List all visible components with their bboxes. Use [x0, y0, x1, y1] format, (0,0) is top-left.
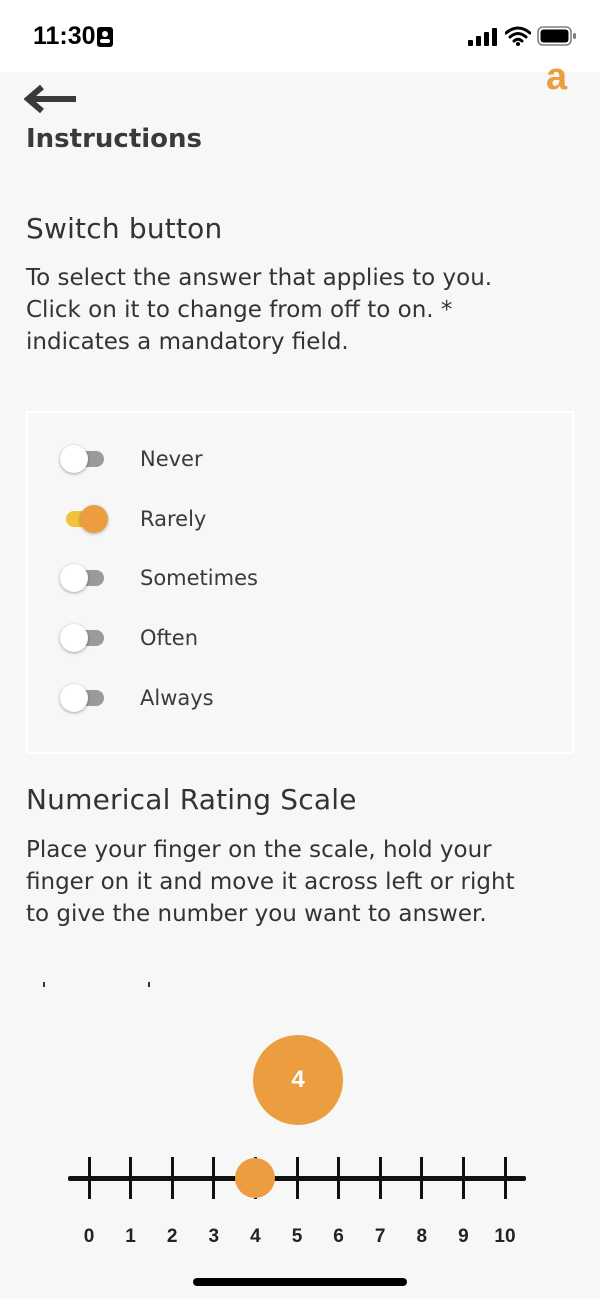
scale-tick	[170, 1157, 174, 1199]
scale-tick	[87, 1157, 91, 1199]
switch-section-title: Switch button	[26, 212, 223, 245]
rating-section-description: Place your finger on the scale, hold you…	[26, 834, 576, 930]
switch-option-label: Sometimes	[140, 566, 258, 590]
switch-option-never[interactable]: Never	[28, 434, 572, 484]
scale-tick	[503, 1157, 507, 1199]
always-toggle[interactable]	[60, 683, 108, 713]
scale-label: 7	[374, 1226, 386, 1247]
scale-label: 2	[166, 1226, 178, 1247]
rating-description-line: finger on it and move it across left or …	[26, 869, 515, 895]
rating-section-title: Numerical Rating Scale	[26, 783, 357, 816]
switch-option-always[interactable]: Always	[28, 673, 572, 723]
scale-label: 4	[250, 1226, 261, 1247]
screen: 11:30 a Instructions Switch button To se…	[0, 0, 600, 1299]
switch-option-rarely[interactable]: Rarely	[28, 494, 572, 544]
scale-tick	[461, 1157, 465, 1199]
switch-option-sometimes[interactable]: Sometimes	[28, 553, 572, 603]
rating-description-line: to give the number you want to answer.	[26, 901, 487, 927]
signal-icon	[468, 28, 497, 46]
never-toggle[interactable]	[60, 444, 108, 474]
back-arrow-icon[interactable]	[24, 84, 78, 114]
status-time: 11:30	[33, 22, 96, 50]
scale-thumb[interactable]	[235, 1158, 276, 1198]
switch-description-line: To select the answer that applies to you…	[26, 265, 493, 291]
scale-label: 5	[291, 1226, 303, 1247]
switch-section-description: To select the answer that applies to you…	[26, 262, 576, 358]
decorative-dot	[43, 982, 45, 987]
scale-tick	[420, 1157, 424, 1199]
scale-tick	[378, 1157, 382, 1199]
sometimes-toggle[interactable]	[60, 563, 108, 593]
scale-tick	[129, 1157, 133, 1199]
scale-label: 10	[494, 1226, 516, 1247]
switch-description-line: indicates a mandatory field.	[26, 329, 349, 355]
status-bar: 11:30	[0, 0, 600, 72]
scale-label: 1	[125, 1226, 136, 1247]
switch-option-often[interactable]: Often	[28, 613, 572, 663]
decorative-dot	[148, 982, 150, 987]
home-indicator	[193, 1278, 407, 1286]
scale-label: 8	[416, 1226, 428, 1247]
often-toggle[interactable]	[60, 623, 108, 653]
scale-tick	[295, 1157, 299, 1199]
scale-tick	[212, 1157, 216, 1199]
switch-option-label: Always	[140, 686, 214, 710]
rating-value-bubble: 4	[253, 1035, 343, 1125]
switch-option-label: Often	[140, 626, 199, 650]
wifi-icon	[505, 26, 531, 46]
switch-description-line: Click on it to change from off to on. *	[26, 297, 453, 323]
scale-label: 0	[83, 1226, 95, 1247]
rating-description-line: Place your finger on the scale, hold you…	[26, 837, 492, 863]
switch-option-label: Rarely	[140, 507, 207, 531]
switch-option-label: Never	[140, 447, 203, 471]
battery-icon	[537, 26, 576, 46]
scale-label: 3	[208, 1226, 220, 1247]
scale-label: 9	[458, 1226, 469, 1247]
page-title: Instructions	[26, 124, 203, 154]
switch-option-card: Never Rarely Sometimes Often Always	[26, 411, 574, 754]
brand-logo: a	[546, 56, 568, 98]
rarely-toggle[interactable]	[60, 504, 108, 534]
id-badge-icon	[97, 27, 113, 47]
scale-tick	[337, 1157, 341, 1199]
scale-label: 6	[333, 1226, 344, 1247]
